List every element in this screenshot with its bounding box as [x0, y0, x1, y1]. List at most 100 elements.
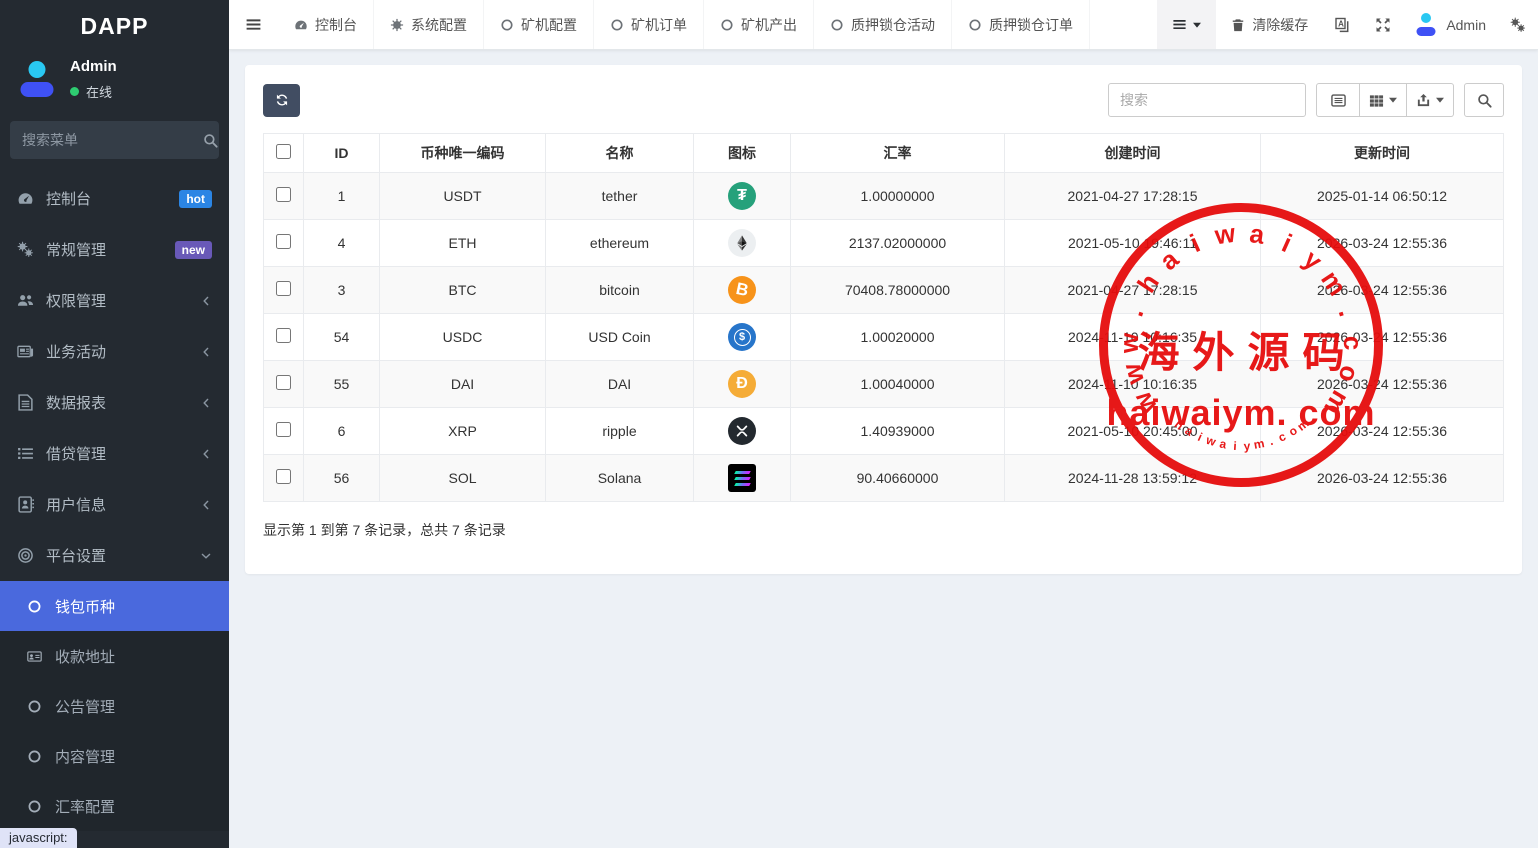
cell-updated: 2026-03-24 12:55:36	[1261, 361, 1504, 408]
row-checkbox-cell	[264, 267, 304, 314]
users-icon	[17, 292, 35, 309]
nav-tab[interactable]: 矿机产出	[704, 0, 814, 49]
nav-tab-label: 质押锁仓订单	[989, 15, 1073, 35]
tab-list-dropdown[interactable]	[1157, 0, 1216, 49]
clear-cache-button[interactable]: 清除缓存	[1216, 0, 1323, 49]
row-checkbox[interactable]	[276, 375, 291, 390]
sidebar-item[interactable]: 权限管理	[0, 275, 229, 326]
nav-tab[interactable]: 质押锁仓活动	[814, 0, 952, 49]
cell-icon: ₮	[694, 173, 791, 220]
sidebar-item[interactable]: 用户信息	[0, 479, 229, 530]
language-button[interactable]: A	[1323, 0, 1363, 49]
sidebar-subitem[interactable]: 汇率配置	[0, 781, 229, 831]
refresh-button[interactable]	[263, 84, 300, 117]
cell-created: 2021-05-10 19:46:11	[1005, 220, 1261, 267]
report-icon	[17, 394, 35, 411]
search-button[interactable]	[1464, 83, 1504, 117]
row-checkbox[interactable]	[276, 328, 291, 343]
cell-rate: 90.40660000	[791, 455, 1005, 502]
cell-name: ripple	[546, 408, 694, 455]
sidebar-item[interactable]: 数据报表	[0, 377, 229, 428]
user-avatar	[18, 60, 56, 100]
sidebar-subitem[interactable]: 公告管理	[0, 681, 229, 731]
header-checkbox-cell	[264, 134, 304, 173]
table-row: 4ETHethereum2137.020000002021-05-10 19:4…	[264, 220, 1504, 267]
nav-tab-label: 系统配置	[411, 15, 467, 35]
table-view-buttons	[1316, 83, 1454, 117]
cell-icon: $	[694, 314, 791, 361]
sidebar-subitem[interactable]: 收款地址	[0, 631, 229, 681]
row-checkbox[interactable]	[276, 469, 291, 484]
fullscreen-button[interactable]	[1363, 0, 1403, 49]
sidebar-item[interactable]: 常规管理new	[0, 224, 229, 275]
row-checkbox[interactable]	[276, 234, 291, 249]
cell-created: 2021-04-27 17:28:15	[1005, 173, 1261, 220]
cell-created: 2024-11-10 10:16:35	[1005, 361, 1261, 408]
cell-rate: 2137.02000000	[791, 220, 1005, 267]
nav-tab[interactable]: 控制台	[278, 0, 374, 49]
sidebar-item-label: 用户信息	[46, 494, 200, 515]
cell-code: USDT	[380, 173, 546, 220]
settings-button[interactable]	[1498, 0, 1538, 49]
sidebar-subitem[interactable]: 内容管理	[0, 731, 229, 781]
sidebar-search-input[interactable]	[22, 132, 203, 148]
link-preview-statusbar: javascript:	[0, 828, 77, 848]
nav-tab[interactable]: 系统配置	[374, 0, 484, 49]
circle-icon	[500, 18, 514, 32]
row-checkbox[interactable]	[276, 281, 291, 296]
circle-icon	[968, 18, 982, 32]
content-panel: ID币种唯一编码名称图标汇率创建时间更新时间 1USDTtether₮1.000…	[245, 65, 1522, 574]
column-header: 名称	[546, 134, 694, 173]
table-row: 1USDTtether₮1.000000002021-04-27 17:28:1…	[264, 173, 1504, 220]
table-search-input[interactable]	[1108, 83, 1306, 117]
nav-tab[interactable]: 质押锁仓订单	[952, 0, 1090, 49]
sidebar-item[interactable]: 控制台hot	[0, 173, 229, 224]
sidebar-item[interactable]: 平台设置	[0, 530, 229, 581]
table-toolbar	[263, 83, 1504, 117]
nav-tab[interactable]: 矿机配置	[484, 0, 594, 49]
cell-created: 2024-11-10 10:16:35	[1005, 314, 1261, 361]
cell-icon	[694, 408, 791, 455]
bullseye-icon	[17, 547, 35, 564]
sidebar-item[interactable]: 借贷管理	[0, 428, 229, 479]
column-header: 创建时间	[1005, 134, 1261, 173]
cell-created: 2021-05-10 20:45:00	[1005, 408, 1261, 455]
table-row: 3BTCbitcoinB70408.780000002021-04-27 17:…	[264, 267, 1504, 314]
cell-updated: 2026-03-24 12:55:36	[1261, 220, 1504, 267]
columns-button[interactable]	[1360, 83, 1407, 117]
nav-tab-label: 矿机产出	[741, 15, 797, 35]
row-checkbox[interactable]	[276, 187, 291, 202]
select-all-checkbox[interactable]	[276, 144, 291, 159]
user-menu[interactable]: Admin	[1403, 0, 1498, 49]
list-view-icon	[1331, 93, 1346, 108]
export-button[interactable]	[1407, 83, 1454, 117]
sidebar-item[interactable]: 业务活动	[0, 326, 229, 377]
btc-coin-icon: B	[728, 276, 756, 304]
row-checkbox-cell	[264, 314, 304, 361]
cell-icon	[694, 455, 791, 502]
cell-id: 3	[304, 267, 380, 314]
sidebar-submenu: 钱包币种收款地址公告管理内容管理汇率配置	[0, 581, 229, 831]
row-checkbox[interactable]	[276, 422, 291, 437]
chevron-down-icon	[200, 550, 212, 562]
cell-icon: Ɖ	[694, 361, 791, 408]
toggle-view-button[interactable]	[1316, 83, 1360, 117]
main-content: ID币种唯一编码名称图标汇率创建时间更新时间 1USDTtether₮1.000…	[229, 50, 1538, 848]
cell-code: XRP	[380, 408, 546, 455]
xrp-coin-icon	[728, 417, 756, 445]
nav-tab[interactable]: 矿机订单	[594, 0, 704, 49]
sidebar-item-label: 数据报表	[46, 392, 200, 413]
column-header: 汇率	[791, 134, 1005, 173]
dashboard-icon	[294, 18, 308, 32]
currency-table: ID币种唯一编码名称图标汇率创建时间更新时间 1USDTtether₮1.000…	[263, 133, 1504, 502]
table-header-row: ID币种唯一编码名称图标汇率创建时间更新时间	[264, 134, 1504, 173]
cell-created: 2024-11-28 13:59:12	[1005, 455, 1261, 502]
sidebar-subitem[interactable]: 钱包币种	[0, 581, 229, 631]
sidebar-menu: 控制台hot常规管理new权限管理业务活动数据报表借贷管理用户信息平台设置钱包币…	[0, 173, 229, 831]
table-row: 6XRPripple1.409390002021-05-10 20:45:002…	[264, 408, 1504, 455]
column-header: 更新时间	[1261, 134, 1504, 173]
sidebar: DAPP Admin 在线 控制台hot常规管理new权限管理业务活动数据报表借…	[0, 0, 229, 848]
cell-name: DAI	[546, 361, 694, 408]
avatar	[1415, 13, 1437, 37]
menu-toggle-button[interactable]	[229, 0, 278, 49]
